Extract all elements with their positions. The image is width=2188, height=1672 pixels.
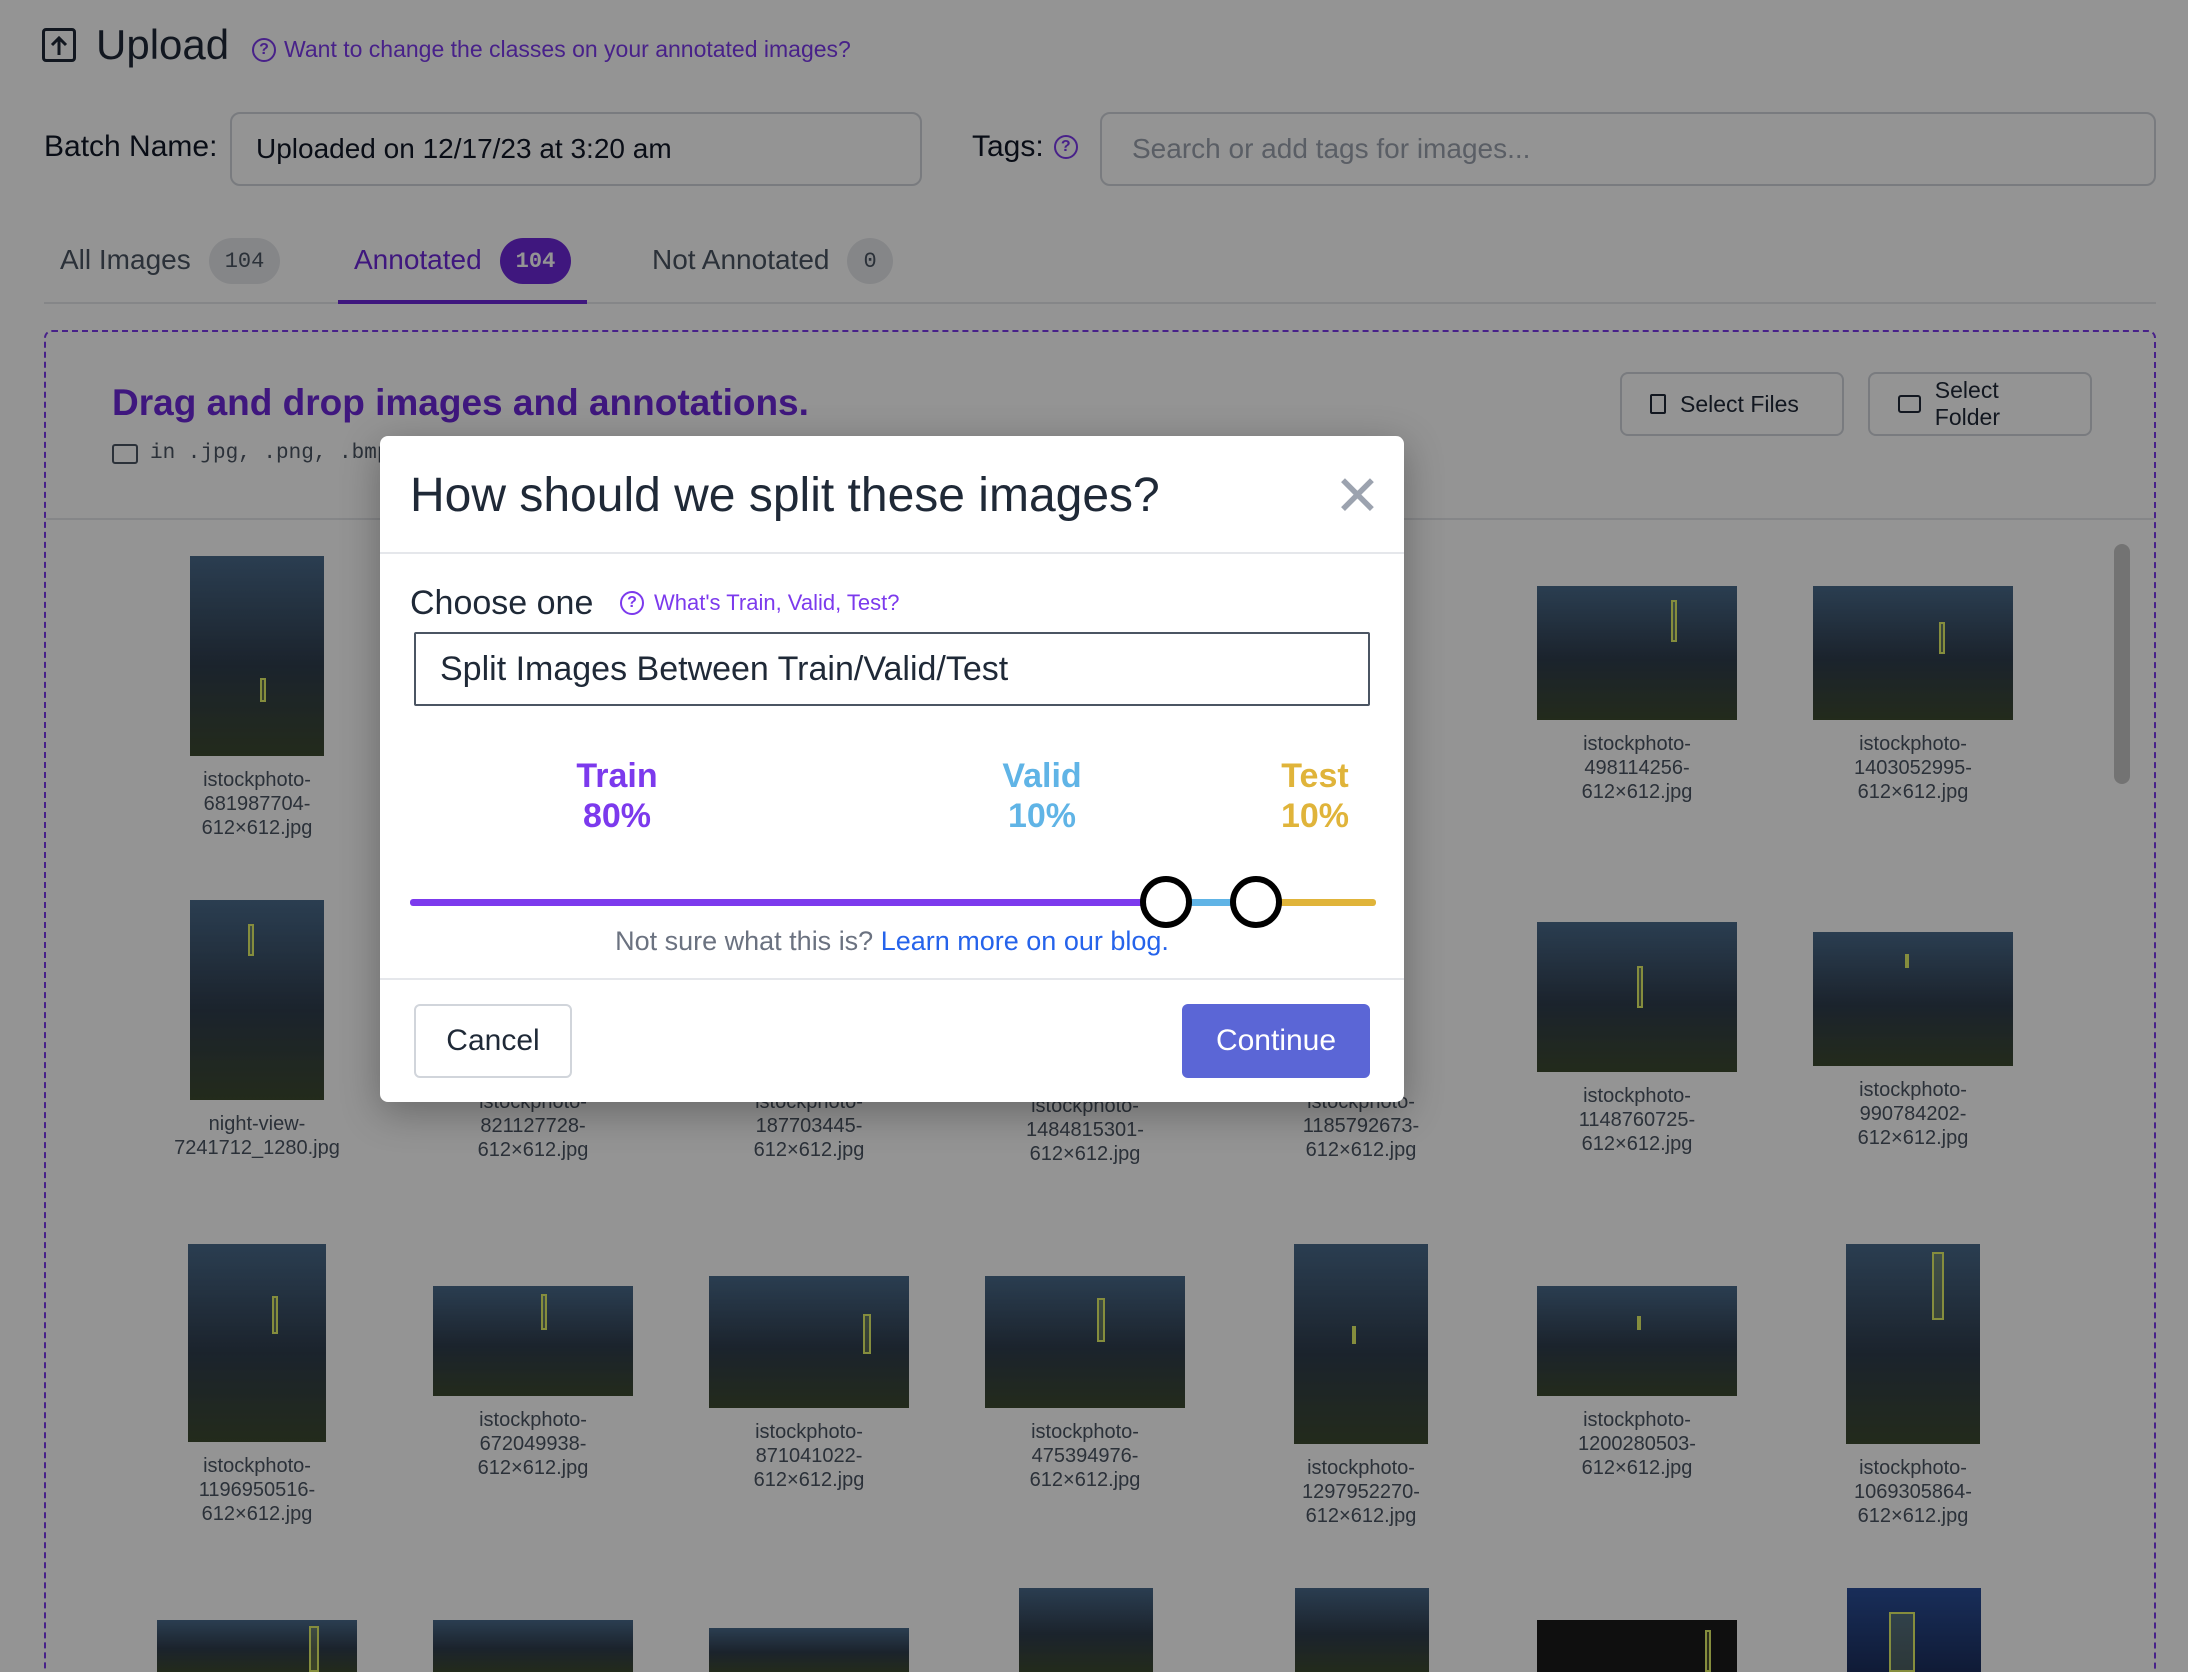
train-valid-handle[interactable] [1140, 876, 1192, 928]
test-percentage: Test 10% [1235, 756, 1395, 836]
test-value: 10% [1280, 797, 1350, 835]
not-sure-text: Not sure what this is? [615, 926, 874, 956]
train-label: Train [576, 757, 658, 795]
dialog-footer-divider [380, 978, 1404, 980]
valid-label: Valid [1002, 757, 1082, 795]
question-icon: ? [620, 591, 644, 615]
split-method-select[interactable]: Split Images Between Train/Valid/Test [414, 632, 1370, 706]
dialog-title: How should we split these images? [410, 469, 1160, 522]
learn-more-text: Not sure what this is? Learn more on our… [380, 926, 1404, 957]
valid-percentage: Valid 10% [962, 756, 1122, 836]
choose-one-label: Choose one [410, 584, 594, 622]
train-percentage: Train 80% [537, 756, 697, 836]
train-value: 80% [582, 797, 652, 835]
dialog-divider [380, 552, 1404, 554]
continue-button[interactable]: Continue [1182, 1004, 1370, 1078]
valid-value: 10% [1007, 797, 1077, 835]
train-segment [410, 899, 1170, 906]
split-images-dialog: How should we split these images? ✕ Choo… [380, 436, 1404, 1102]
valid-test-handle[interactable] [1230, 876, 1282, 928]
train-valid-test-help-link[interactable]: ? What's Train, Valid, Test? [620, 590, 900, 616]
help-link-text: What's Train, Valid, Test? [654, 590, 900, 615]
close-icon[interactable]: ✕ [1334, 468, 1381, 524]
cancel-button[interactable]: Cancel [414, 1004, 572, 1078]
test-label: Test [1281, 757, 1349, 795]
learn-more-link[interactable]: Learn more on our blog. [881, 926, 1169, 956]
